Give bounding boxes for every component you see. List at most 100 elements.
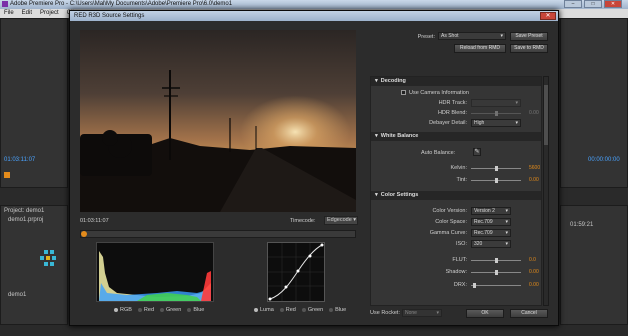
drx-slider[interactable] xyxy=(471,283,521,288)
shadow-label: Shadow: xyxy=(445,269,467,275)
option-label: Green xyxy=(166,307,182,313)
kelvin-label: Kelvin: xyxy=(450,165,467,171)
timecode-mode-select[interactable]: Edgecode ▾ xyxy=(324,216,358,225)
option-label: Blue xyxy=(193,307,205,313)
hdr-blend-value: 0.00 xyxy=(529,110,539,116)
histogram-red-option[interactable]: Red xyxy=(137,307,154,313)
white-balance-section-header[interactable]: ▾ White Balance xyxy=(371,132,541,141)
option-label: Blue xyxy=(335,307,347,313)
minimize-button[interactable]: – xyxy=(564,0,582,8)
iso-label: ISO: xyxy=(455,241,467,247)
hdr-track-select[interactable] xyxy=(471,99,521,107)
tint-slider[interactable] xyxy=(471,178,521,183)
flut-slider[interactable] xyxy=(471,258,521,263)
dialog-close-button[interactable]: ✕ xyxy=(540,12,556,20)
color-space-select[interactable]: Rec.709 xyxy=(471,218,511,226)
timecode-label: Timecode: xyxy=(290,218,316,224)
settings-scrollbar[interactable] xyxy=(543,76,549,306)
project-item-name: demo1 xyxy=(8,292,27,298)
curve-graph[interactable] xyxy=(267,242,325,302)
curve-luma-option[interactable]: Luma xyxy=(254,307,274,313)
eyedropper-icon[interactable]: ✎ xyxy=(473,148,481,156)
slider-knob[interactable] xyxy=(495,178,498,183)
playhead-marker[interactable] xyxy=(4,172,10,178)
menu-file[interactable]: File xyxy=(4,9,14,18)
histogram-blue-option[interactable]: Blue xyxy=(187,307,204,313)
iso-value: 320 xyxy=(474,241,483,247)
option-label: Red xyxy=(285,307,296,313)
use-camera-info-label: Use Camera Information xyxy=(409,90,469,96)
section-title: Color Settings xyxy=(380,192,419,198)
curve-blue-option[interactable]: Blue xyxy=(329,307,346,313)
slider-knob[interactable] xyxy=(495,270,498,275)
color-space-value: Rec.709 xyxy=(474,219,493,225)
kelvin-slider[interactable] xyxy=(471,166,521,171)
use-rocket-label: Use Rocket: xyxy=(370,310,400,316)
radio-icon xyxy=(329,308,334,312)
radio-icon xyxy=(137,308,142,312)
video-preview xyxy=(80,30,356,212)
curve-red-option[interactable]: Red xyxy=(279,307,296,313)
histogram-rgb-option[interactable]: RGB xyxy=(114,307,132,313)
collapse-arrow-icon: ▾ xyxy=(375,133,378,139)
color-settings-section-header[interactable]: ▾ Color Settings xyxy=(371,191,541,200)
color-version-select[interactable]: Version 2 xyxy=(471,207,511,215)
histogram-green-option[interactable]: Green xyxy=(160,307,181,313)
timecode-mode-value: Edgecode xyxy=(327,217,352,223)
slider-knob[interactable] xyxy=(473,283,476,288)
auto-balance-label: Auto Balance: xyxy=(421,150,456,156)
save-to-rmd-button[interactable]: Save to RMD xyxy=(510,44,548,53)
curve-green-option[interactable]: Green xyxy=(301,307,324,313)
menu-edit[interactable]: Edit xyxy=(22,9,32,18)
rocket-value: None xyxy=(405,310,417,316)
gamma-curve-label: Gamma Curve: xyxy=(429,230,467,236)
menu-project[interactable]: Project xyxy=(40,9,59,18)
close-window-button[interactable]: ✕ xyxy=(604,0,622,8)
slider-knob[interactable] xyxy=(495,258,498,263)
ok-button[interactable]: OK xyxy=(466,309,504,318)
gamma-curve-select[interactable]: Rec.709 xyxy=(471,229,511,237)
scrub-handle[interactable] xyxy=(81,231,87,237)
hdr-blend-slider[interactable] xyxy=(471,111,521,116)
iso-select[interactable]: 320 xyxy=(471,240,511,248)
debayer-select[interactable]: High xyxy=(471,119,521,127)
radio-icon xyxy=(187,308,192,312)
scrollbar-thumb[interactable] xyxy=(544,85,548,145)
preset-label: Preset: xyxy=(417,34,435,40)
use-rocket-select[interactable]: None xyxy=(402,309,442,317)
hdr-track-label: HDR Track: xyxy=(438,100,467,106)
app-titlebar: Adobe Premiere Pro - C:\Users\Mal\My Doc… xyxy=(0,0,628,9)
project-file-name: demo1.prproj xyxy=(8,217,44,223)
option-label: Green xyxy=(307,307,324,313)
preset-area: Preset: As Shot Save Preset Reload from … xyxy=(370,29,555,73)
use-camera-info-checkbox[interactable] xyxy=(401,90,406,95)
scrub-bar[interactable] xyxy=(80,230,356,238)
reload-from-rmd-button[interactable]: Reload from RMD xyxy=(454,44,506,53)
section-title: White Balance xyxy=(380,133,419,139)
source-timecode: 01:03:11:07 xyxy=(4,157,36,163)
debayer-label: Debayer Detail: xyxy=(429,120,467,126)
preset-select[interactable]: As Shot xyxy=(438,32,506,40)
gamma-curve-value: Rec.709 xyxy=(474,230,493,236)
cancel-button[interactable]: Cancel xyxy=(510,309,548,318)
slider-knob[interactable] xyxy=(495,166,498,171)
tint-label: Tint: xyxy=(456,177,468,183)
histogram xyxy=(96,242,214,302)
premiere-logo-icon xyxy=(2,1,8,7)
project-panel-tab[interactable]: Project: demo1 xyxy=(4,208,44,214)
color-version-value: Version 2 xyxy=(474,208,495,214)
histogram-channel-options: RGB Red Green Blue xyxy=(114,307,204,313)
maximize-button[interactable]: □ xyxy=(584,0,602,8)
tint-value: 0.00 xyxy=(529,177,539,183)
app-title: Adobe Premiere Pro - C:\Users\Mal\My Doc… xyxy=(10,1,233,7)
flut-value: 0.0 xyxy=(529,257,536,263)
drx-label: DRX: xyxy=(453,282,467,288)
radio-icon xyxy=(301,308,306,312)
slider-knob[interactable] xyxy=(495,111,498,116)
sequence-thumbnail-icon[interactable] xyxy=(40,250,60,272)
window-controls: – □ ✕ xyxy=(564,0,622,9)
radio-icon xyxy=(160,308,165,312)
decoding-section-header[interactable]: ▾ Decoding xyxy=(371,77,541,86)
save-preset-button[interactable]: Save Preset xyxy=(510,32,548,41)
shadow-slider[interactable] xyxy=(471,270,521,275)
